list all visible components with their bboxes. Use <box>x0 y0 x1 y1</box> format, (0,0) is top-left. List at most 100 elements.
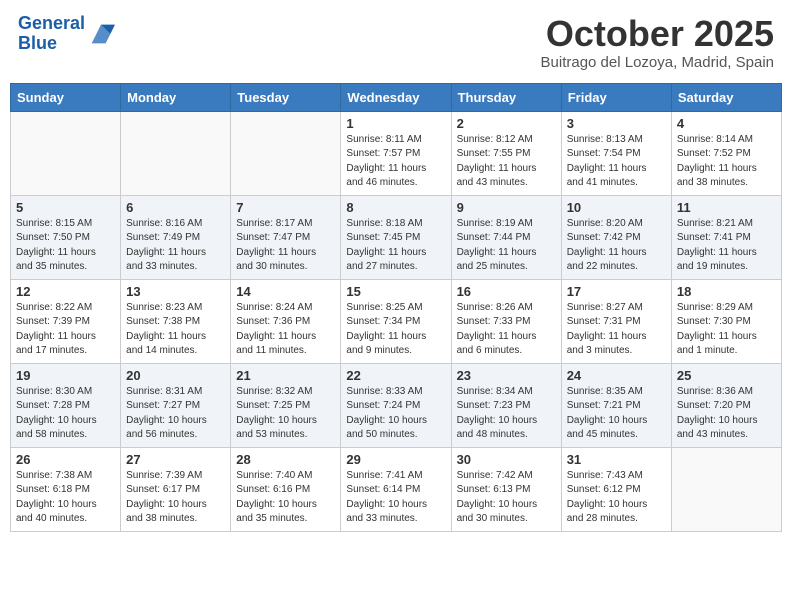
month-title: October 2025 <box>541 14 774 54</box>
calendar-cell: 17 Sunrise: 8:27 AM Sunset: 7:31 PM Dayli… <box>561 279 671 363</box>
calendar-cell: 3 Sunrise: 8:13 AM Sunset: 7:54 PM Daylig… <box>561 111 671 195</box>
day-info: Sunrise: 8:14 AM Sunset: 7:52 PM Dayligh… <box>677 133 776 191</box>
calendar-week-row: 5Sunrise: 8:15 AM Sunset: 7:50 PM Daylig… <box>11 195 782 279</box>
logo-icon <box>87 20 115 48</box>
day-number: 10 <box>567 200 666 215</box>
calendar-cell: 20Sunrise: 8:31 AM Sunset: 7:27 PM Dayli… <box>121 363 231 447</box>
page-header: General Blue October 2025 Buitrago del L… <box>10 10 782 75</box>
day-info: Sunrise: 8:25 AM Sunset: 7:34 PM Dayligh… <box>346 301 445 359</box>
day-number: 17 <box>567 284 666 299</box>
day-number: 11 <box>677 200 776 215</box>
day-info: Sunrise: 7:40 AM Sunset: 6:16 PM Dayligh… <box>236 469 335 527</box>
calendar-cell <box>671 447 781 531</box>
day-info: Sunrise: 8:34 AM Sunset: 7:23 PM Dayligh… <box>457 385 556 443</box>
day-number: 24 <box>567 368 666 383</box>
weekday-header-tuesday: Tuesday <box>231 83 341 111</box>
calendar-cell: 16Sunrise: 8:26 AM Sunset: 7:33 PM Dayli… <box>451 279 561 363</box>
calendar-cell: 25 Sunrise: 8:36 AM Sunset: 7:20 PM Dayli… <box>671 363 781 447</box>
day-info: Sunrise: 8:22 AM Sunset: 7:39 PM Dayligh… <box>16 301 115 359</box>
calendar-cell: 23 Sunrise: 8:34 AM Sunset: 7:23 PM Dayli… <box>451 363 561 447</box>
day-number: 12 <box>16 284 115 299</box>
day-info: Sunrise: 8:29 AM Sunset: 7:30 PM Dayligh… <box>677 301 776 359</box>
calendar-cell: 21 Sunrise: 8:32 AM Sunset: 7:25 PM Dayli… <box>231 363 341 447</box>
day-number: 2 <box>457 116 556 131</box>
calendar-cell: 11 Sunrise: 8:21 AM Sunset: 7:41 PM Dayli… <box>671 195 781 279</box>
day-info: Sunrise: 8:13 AM Sunset: 7:54 PM Dayligh… <box>567 133 666 191</box>
calendar-week-row: 1 Sunrise: 8:11 AM Sunset: 7:57 PM Daylig… <box>11 111 782 195</box>
location-text: Buitrago del Lozoya, Madrid, Spain <box>541 54 774 71</box>
calendar-cell: 18 Sunrise: 8:29 AM Sunset: 7:30 PM Dayli… <box>671 279 781 363</box>
day-info: Sunrise: 7:42 AM Sunset: 6:13 PM Dayligh… <box>457 469 556 527</box>
calendar-cell: 6 Sunrise: 8:16 AM Sunset: 7:49 PM Daylig… <box>121 195 231 279</box>
day-number: 1 <box>346 116 445 131</box>
day-info: Sunrise: 8:15 AM Sunset: 7:50 PM Dayligh… <box>16 217 115 275</box>
calendar-cell: 26Sunrise: 7:38 AM Sunset: 6:18 PM Dayli… <box>11 447 121 531</box>
day-number: 7 <box>236 200 335 215</box>
calendar-week-row: 26Sunrise: 7:38 AM Sunset: 6:18 PM Dayli… <box>11 447 782 531</box>
day-info: Sunrise: 8:20 AM Sunset: 7:42 PM Dayligh… <box>567 217 666 275</box>
calendar-cell <box>121 111 231 195</box>
day-number: 8 <box>346 200 445 215</box>
day-number: 18 <box>677 284 776 299</box>
day-number: 31 <box>567 452 666 467</box>
calendar-cell: 22Sunrise: 8:33 AM Sunset: 7:24 PM Dayli… <box>341 363 451 447</box>
day-info: Sunrise: 8:16 AM Sunset: 7:49 PM Dayligh… <box>126 217 225 275</box>
day-info: Sunrise: 8:19 AM Sunset: 7:44 PM Dayligh… <box>457 217 556 275</box>
calendar-cell: 30 Sunrise: 7:42 AM Sunset: 6:13 PM Dayli… <box>451 447 561 531</box>
day-info: Sunrise: 8:24 AM Sunset: 7:36 PM Dayligh… <box>236 301 335 359</box>
day-number: 23 <box>457 368 556 383</box>
day-number: 14 <box>236 284 335 299</box>
day-info: Sunrise: 8:12 AM Sunset: 7:55 PM Dayligh… <box>457 133 556 191</box>
calendar-cell: 1 Sunrise: 8:11 AM Sunset: 7:57 PM Daylig… <box>341 111 451 195</box>
day-info: Sunrise: 7:43 AM Sunset: 6:12 PM Dayligh… <box>567 469 666 527</box>
calendar-cell: 12 Sunrise: 8:22 AM Sunset: 7:39 PM Dayli… <box>11 279 121 363</box>
day-number: 6 <box>126 200 225 215</box>
day-number: 29 <box>346 452 445 467</box>
day-number: 21 <box>236 368 335 383</box>
calendar-week-row: 19 Sunrise: 8:30 AM Sunset: 7:28 PM Dayli… <box>11 363 782 447</box>
day-number: 22 <box>346 368 445 383</box>
calendar-cell: 4 Sunrise: 8:14 AM Sunset: 7:52 PM Daylig… <box>671 111 781 195</box>
calendar-cell: 13 Sunrise: 8:23 AM Sunset: 7:38 PM Dayli… <box>121 279 231 363</box>
calendar-cell: 29Sunrise: 7:41 AM Sunset: 6:14 PM Dayli… <box>341 447 451 531</box>
day-info: Sunrise: 8:31 AM Sunset: 7:27 PM Dayligh… <box>126 385 225 443</box>
day-number: 19 <box>16 368 115 383</box>
weekday-header-monday: Monday <box>121 83 231 111</box>
weekday-header-row: SundayMondayTuesdayWednesdayThursdayFrid… <box>11 83 782 111</box>
day-info: Sunrise: 7:38 AM Sunset: 6:18 PM Dayligh… <box>16 469 115 527</box>
day-info: Sunrise: 8:35 AM Sunset: 7:21 PM Dayligh… <box>567 385 666 443</box>
day-info: Sunrise: 8:17 AM Sunset: 7:47 PM Dayligh… <box>236 217 335 275</box>
calendar-cell <box>11 111 121 195</box>
day-info: Sunrise: 8:32 AM Sunset: 7:25 PM Dayligh… <box>236 385 335 443</box>
title-block: October 2025 Buitrago del Lozoya, Madrid… <box>541 14 774 71</box>
day-info: Sunrise: 8:30 AM Sunset: 7:28 PM Dayligh… <box>16 385 115 443</box>
day-number: 28 <box>236 452 335 467</box>
day-info: Sunrise: 8:21 AM Sunset: 7:41 PM Dayligh… <box>677 217 776 275</box>
day-info: Sunrise: 7:39 AM Sunset: 6:17 PM Dayligh… <box>126 469 225 527</box>
weekday-header-wednesday: Wednesday <box>341 83 451 111</box>
day-number: 30 <box>457 452 556 467</box>
day-info: Sunrise: 8:11 AM Sunset: 7:57 PM Dayligh… <box>346 133 445 191</box>
logo: General Blue <box>18 14 115 54</box>
day-number: 27 <box>126 452 225 467</box>
calendar-cell: 24 Sunrise: 8:35 AM Sunset: 7:21 PM Dayli… <box>561 363 671 447</box>
day-number: 4 <box>677 116 776 131</box>
day-info: Sunrise: 8:27 AM Sunset: 7:31 PM Dayligh… <box>567 301 666 359</box>
weekday-header-saturday: Saturday <box>671 83 781 111</box>
logo-general-text: General <box>18 14 85 34</box>
calendar-cell: 28 Sunrise: 7:40 AM Sunset: 6:16 PM Dayli… <box>231 447 341 531</box>
calendar-week-row: 12 Sunrise: 8:22 AM Sunset: 7:39 PM Dayli… <box>11 279 782 363</box>
calendar-cell: 5Sunrise: 8:15 AM Sunset: 7:50 PM Daylig… <box>11 195 121 279</box>
calendar-cell <box>231 111 341 195</box>
calendar-cell: 2 Sunrise: 8:12 AM Sunset: 7:55 PM Daylig… <box>451 111 561 195</box>
day-info: Sunrise: 8:36 AM Sunset: 7:20 PM Dayligh… <box>677 385 776 443</box>
day-info: Sunrise: 8:23 AM Sunset: 7:38 PM Dayligh… <box>126 301 225 359</box>
day-info: Sunrise: 8:26 AM Sunset: 7:33 PM Dayligh… <box>457 301 556 359</box>
day-number: 25 <box>677 368 776 383</box>
day-number: 3 <box>567 116 666 131</box>
calendar-cell: 19 Sunrise: 8:30 AM Sunset: 7:28 PM Dayli… <box>11 363 121 447</box>
day-number: 13 <box>126 284 225 299</box>
logo-blue-text: Blue <box>18 34 85 54</box>
calendar-cell: 7 Sunrise: 8:17 AM Sunset: 7:47 PM Daylig… <box>231 195 341 279</box>
calendar-cell: 31 Sunrise: 7:43 AM Sunset: 6:12 PM Dayli… <box>561 447 671 531</box>
